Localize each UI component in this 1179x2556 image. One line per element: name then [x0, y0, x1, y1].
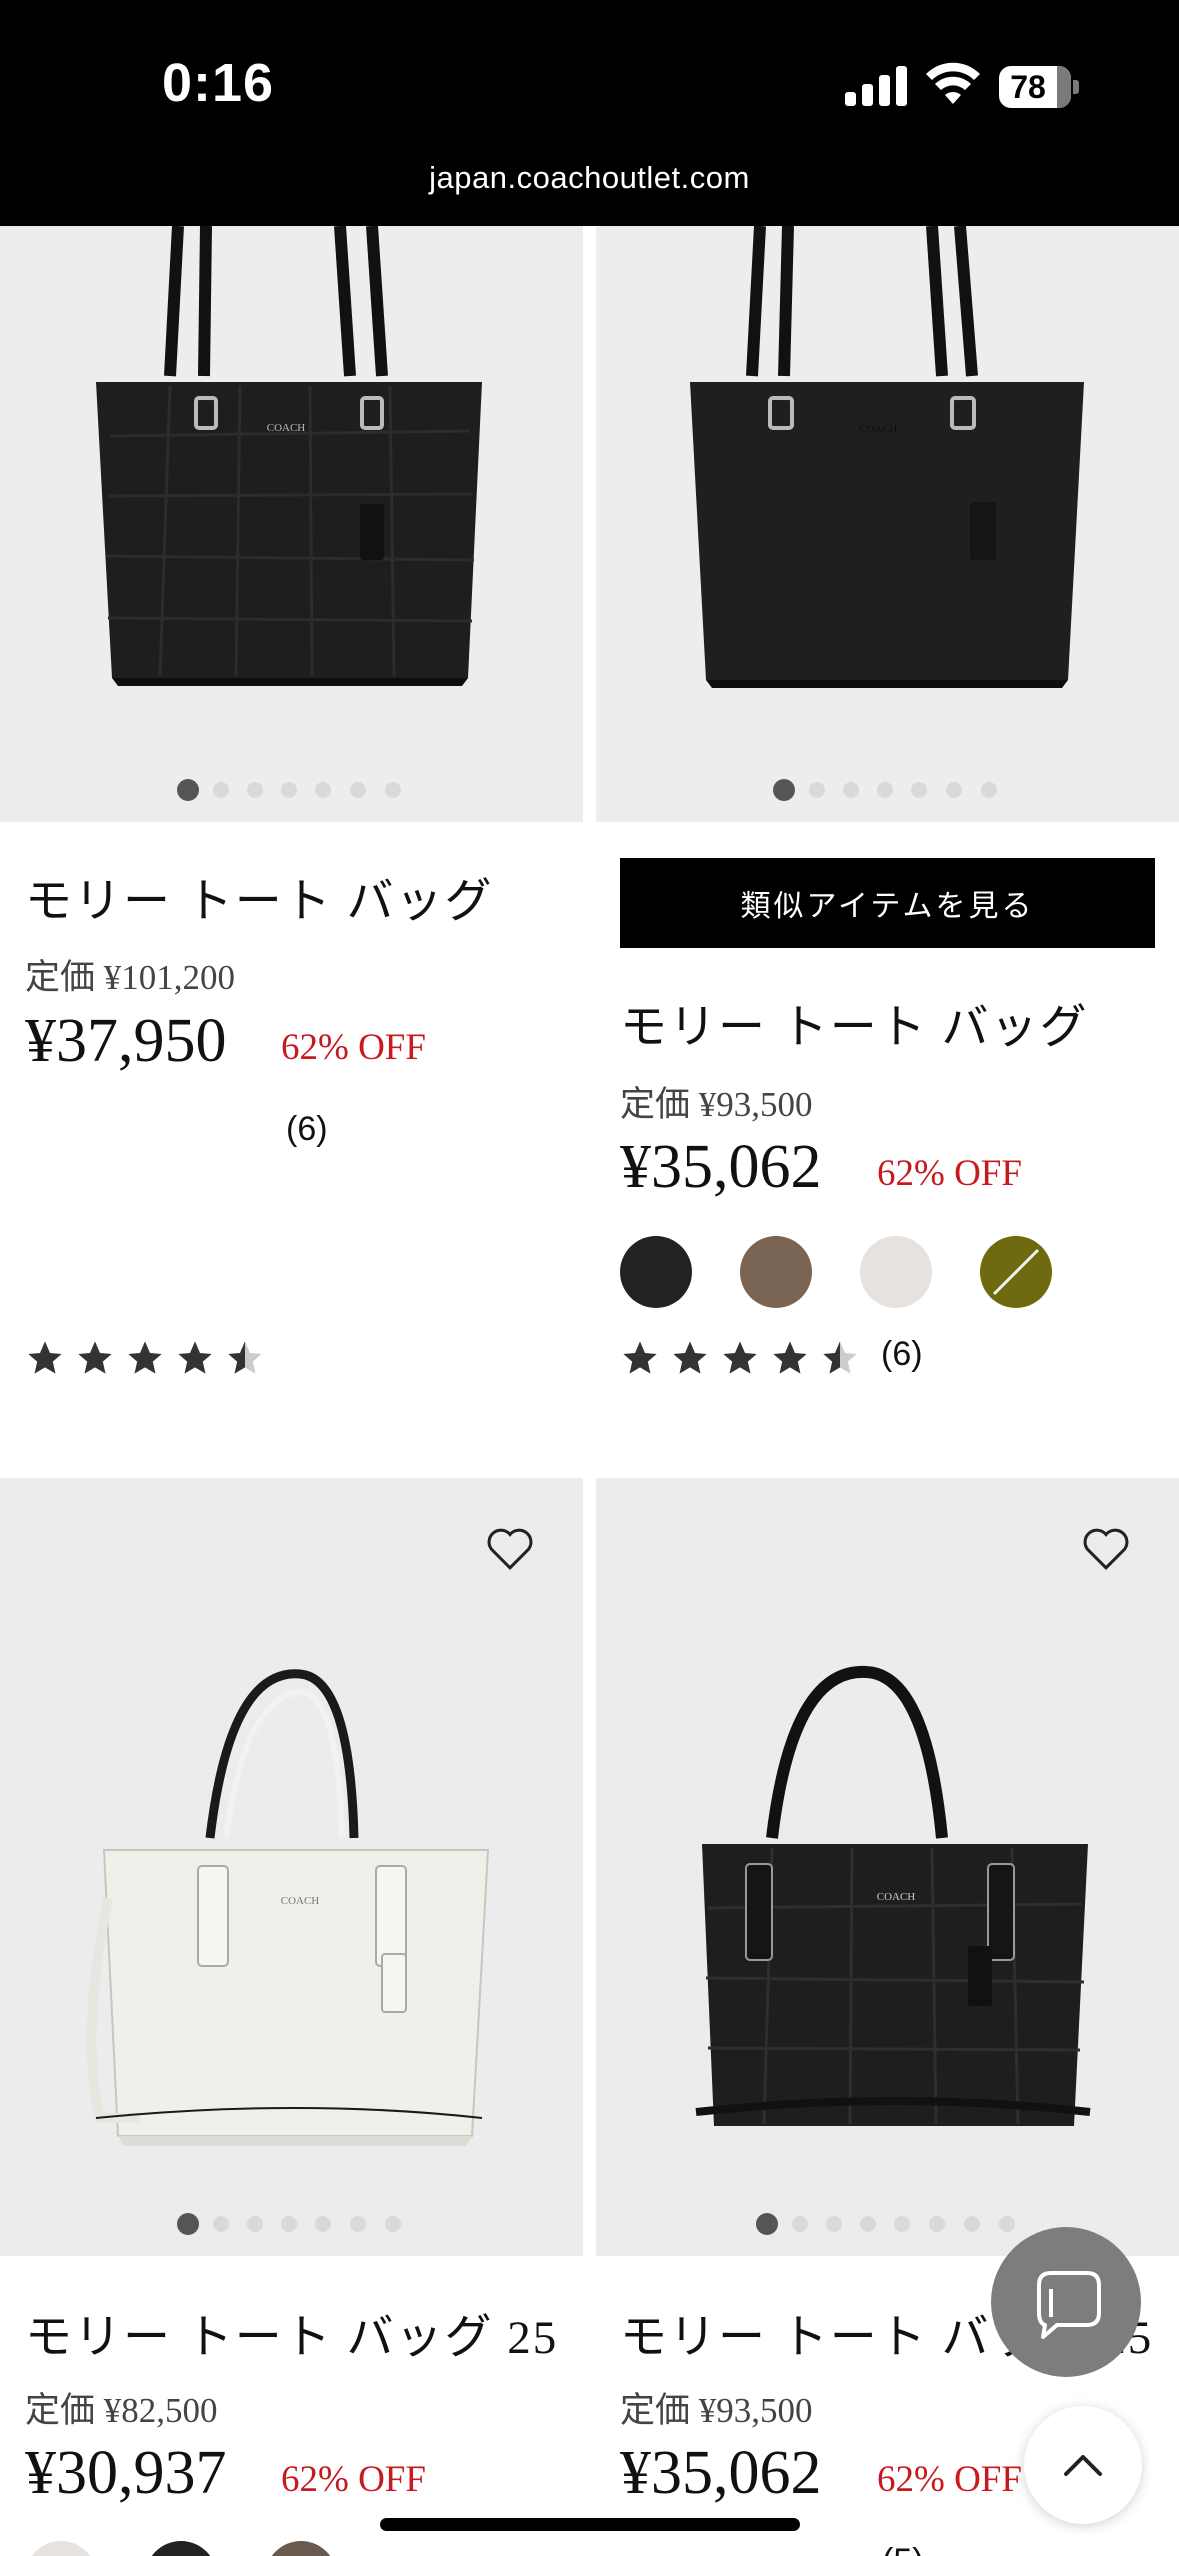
color-swatch-brown[interactable] — [740, 1236, 812, 1308]
svg-text:COACH: COACH — [267, 422, 306, 434]
svg-text:COACH: COACH — [281, 1895, 320, 1907]
svg-text:COACH: COACH — [877, 1891, 916, 1903]
review-count[interactable]: (5) — [882, 2542, 924, 2556]
star-icon — [78, 1341, 112, 1374]
half-star-icon — [823, 1341, 857, 1374]
half-star-icon — [228, 1341, 262, 1374]
discount-badge: 62% OFF — [877, 1153, 1022, 1194]
star-icon — [723, 1341, 757, 1374]
color-swatch-chalk[interactable] — [860, 1236, 932, 1308]
sale-price: ¥35,062 — [620, 1133, 822, 1201]
sold-out-slash-icon — [992, 1248, 1040, 1296]
status-time: 0:16 — [162, 53, 275, 113]
sale-price: ¥37,950 — [25, 1007, 227, 1075]
tote-bag-image: COACH — [86, 1669, 490, 2146]
product-title[interactable]: モリー トート バッグ — [620, 988, 1089, 1057]
svg-text:COACH: COACH — [859, 423, 898, 435]
review-count[interactable]: (6) — [881, 1335, 923, 1374]
star-icon — [623, 1341, 657, 1374]
product-card[interactable]: COACH モリー トート バッグ 定価 ¥101,200 ¥37,950 62… — [0, 226, 583, 1426]
product-image[interactable]: COACH — [0, 1478, 583, 2256]
chat-icon — [1037, 2271, 1101, 2339]
star-icon — [128, 1341, 162, 1374]
tote-bag-image: COACH — [695, 1665, 1091, 2126]
chevron-up-icon — [1064, 2455, 1102, 2476]
back-to-top-button[interactable] — [1024, 2406, 1142, 2524]
battery-icon: 78 — [999, 66, 1079, 108]
product-image[interactable]: COACH — [596, 226, 1179, 822]
discount-badge: 62% OFF — [281, 1027, 426, 1068]
discount-badge: 62% OFF — [281, 2459, 426, 2500]
color-swatch-olive-sold-out[interactable] — [980, 1236, 1052, 1308]
star-icon — [773, 1341, 807, 1374]
color-swatch-chalk[interactable] — [25, 2541, 97, 2556]
sale-price: ¥30,937 — [25, 2439, 227, 2507]
tote-bag-image: COACH — [690, 226, 1084, 688]
star-rating — [25, 1338, 270, 1378]
heart-icon[interactable] — [482, 1520, 538, 1576]
status-bar: 0:16 78 japan.coachoutlet.com — [0, 0, 1179, 226]
list-price: 定価 ¥93,500 — [620, 2391, 813, 2430]
list-price: 定価 ¥93,500 — [620, 1085, 813, 1124]
star-icon — [178, 1341, 212, 1374]
home-indicator — [380, 2518, 800, 2531]
product-image[interactable]: COACH — [596, 1478, 1179, 2256]
product-image[interactable]: COACH — [0, 226, 583, 822]
product-card[interactable]: COACH モリー トート バッグ 25 定価 ¥82,500 ¥30,937 … — [0, 1478, 583, 2556]
heart-icon[interactable] — [1078, 1520, 1134, 1576]
discount-badge: 62% OFF — [877, 2459, 1022, 2500]
review-count[interactable]: (6) — [286, 1110, 328, 1149]
see-similar-items-button[interactable]: 類似アイテムを見る — [620, 858, 1155, 948]
signal-icon — [845, 66, 907, 106]
color-swatch-brown[interactable] — [265, 2541, 337, 2556]
star-icon — [28, 1341, 62, 1374]
product-title[interactable]: モリー トート バッグ — [25, 862, 494, 931]
tote-bag-image: COACH — [96, 226, 482, 686]
sale-price: ¥35,062 — [620, 2439, 822, 2507]
list-price: 定価 ¥101,200 — [25, 958, 236, 997]
color-swatch-black[interactable] — [620, 1236, 692, 1308]
product-card[interactable]: COACH モリー トート バッグ 25 定価 ¥93,500 ¥35,062 … — [596, 1478, 1179, 2556]
star-icon — [673, 1341, 707, 1374]
battery-level: 78 — [1010, 69, 1046, 105]
address-bar-url[interactable]: japan.coachoutlet.com — [0, 160, 1179, 196]
list-price: 定価 ¥82,500 — [25, 2391, 218, 2430]
color-swatch-black[interactable] — [145, 2541, 217, 2556]
product-title[interactable]: モリー トート バッグ 25 — [25, 2298, 558, 2367]
wifi-icon — [926, 62, 980, 104]
chat-button[interactable] — [991, 2227, 1141, 2377]
star-rating — [620, 1338, 865, 1378]
